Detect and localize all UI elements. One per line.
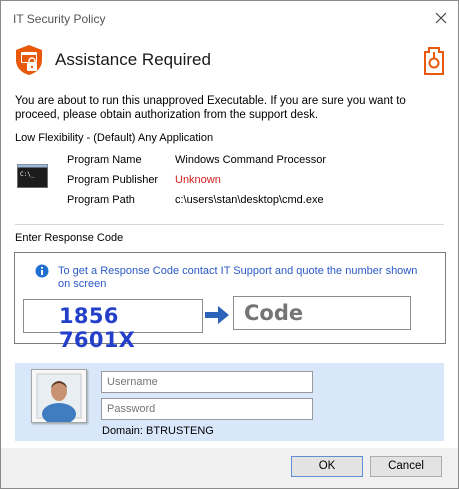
- dialog-window: IT Security Policy Assistance Required Y…: [0, 0, 459, 489]
- title-bar: IT Security Policy: [1, 1, 458, 37]
- arrow-right-icon: [205, 306, 229, 324]
- program-name-value: Windows Command Processor: [175, 154, 326, 166]
- domain-label: Domain: BTRUSTENG: [102, 425, 214, 437]
- close-icon: [435, 12, 447, 24]
- ok-button[interactable]: OK: [291, 456, 363, 477]
- section-divider: [15, 224, 444, 225]
- program-publisher-value: Unknown: [175, 174, 221, 186]
- challenge-code: 1856 7601X: [59, 304, 136, 352]
- cancel-button[interactable]: Cancel: [370, 456, 442, 477]
- password-field[interactable]: [101, 398, 313, 420]
- username-field[interactable]: [101, 371, 313, 393]
- command-prompt-icon: C:\_: [17, 164, 48, 188]
- footer-bar: OK Cancel: [1, 448, 458, 488]
- close-button[interactable]: [430, 7, 452, 29]
- response-code-panel: To get a Response Code contact IT Suppor…: [14, 252, 446, 352]
- page-title: Assistance Required: [55, 50, 211, 69]
- response-code-label: Enter Response Code: [15, 232, 124, 244]
- program-path-label: Program Path: [67, 194, 135, 206]
- svg-text:C:\_: C:\_: [20, 171, 35, 178]
- intro-message: You are about to run this unapproved Exe…: [15, 95, 406, 121]
- window-title: IT Security Policy: [13, 12, 106, 26]
- shield-lock-icon: [16, 45, 42, 75]
- response-code-input[interactable]: [233, 296, 411, 330]
- header: Assistance Required: [15, 44, 445, 80]
- challenge-code-box: 1856 7601X: [23, 299, 203, 352]
- flexibility-label: Low Flexibility - (Default) Any Applicat…: [15, 132, 214, 144]
- user-avatar-icon: [31, 369, 87, 423]
- program-path-value: c:\users\stan\desktop\cmd.exe: [175, 194, 324, 206]
- info-icon: [35, 264, 49, 278]
- brand-logo-icon: [424, 47, 444, 75]
- program-name-label: Program Name: [67, 154, 142, 166]
- program-publisher-label: Program Publisher: [67, 174, 159, 186]
- login-panel: Domain: BTRUSTENG: [15, 363, 444, 441]
- info-message: To get a Response Code contact IT Suppor…: [58, 265, 418, 290]
